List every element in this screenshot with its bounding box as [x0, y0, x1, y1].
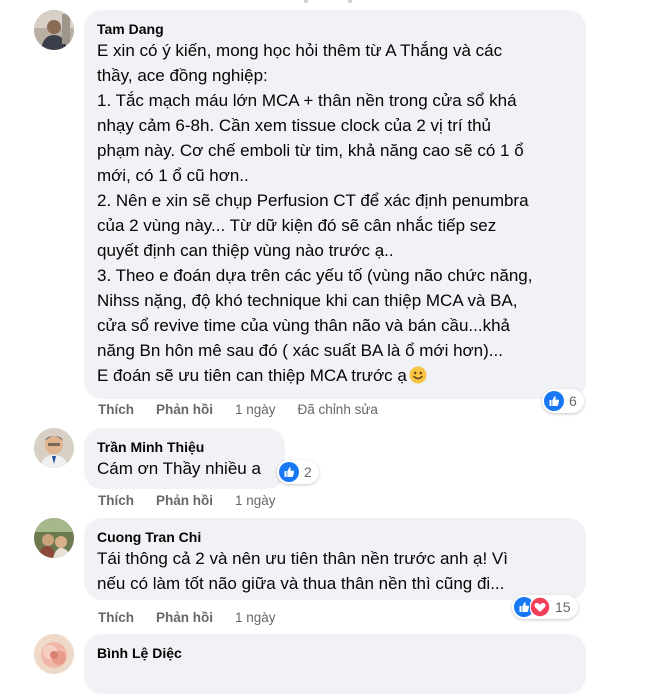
comment-line: Cám ơn Thầy nhiều a [97, 459, 261, 478]
comment-line: của 2 vùng này... Từ dữ kiện đó sẽ cân n… [97, 216, 497, 235]
comment-line: E đoán sẽ ưu tiên can thiệp MCA trước ạ [97, 363, 574, 388]
comment-line: năng Bn hôn mê sau đó ( xác suất BA là ổ… [97, 341, 503, 360]
comment-line: 3. Theo e đoán dựa trên các yếu tố (vùng… [97, 266, 533, 285]
reaction-summary[interactable]: 2 [277, 460, 319, 484]
comment-line: phạm này. Cơ chế emboli từ tim, khả năng… [97, 141, 524, 160]
comment-timestamp[interactable]: 1 ngày [235, 402, 276, 418]
reaction-summary[interactable]: 15 [512, 595, 578, 619]
comment-line: 1. Tắc mạch máu lớn MCA + thân nền trong… [97, 91, 517, 110]
comment-author[interactable]: Tam Dang [97, 20, 574, 38]
comment-actions: Thích Phản hồi 1 ngày Đã chỉnh sửa [98, 402, 400, 418]
comment-author[interactable]: Bình Lệ Diệc [97, 644, 574, 662]
previous-thread-divider [0, 0, 652, 6]
like-button[interactable]: Thích [98, 610, 134, 626]
comment-author[interactable]: Trần Minh Thiệu [97, 438, 273, 456]
like-reaction-icon [544, 391, 564, 411]
avatar-cuong-tran-chi[interactable] [34, 518, 74, 558]
comment-line: E xin có ý kiến, mong học hỏi thêm từ A … [97, 41, 503, 60]
reaction-summary[interactable]: 6 [542, 389, 584, 413]
comment-line: Nihss nặng, độ khó technique khi can thi… [97, 291, 518, 310]
comment-actions: Thích Phản hồi 1 ngày [98, 493, 298, 509]
reaction-count: 2 [304, 464, 312, 480]
edited-label: Đã chỉnh sửa [297, 402, 378, 417]
smile-emoji-icon [409, 366, 427, 384]
avatar-tran-minh-thieu[interactable] [34, 428, 74, 468]
comment-line: quyết định can thiệp vùng nào trước ạ.. [97, 241, 394, 260]
reply-button[interactable]: Phản hồi [156, 610, 213, 626]
comment-line: thầy, ace đồng nghiệp: [97, 66, 268, 85]
comment-author[interactable]: Cuong Tran Chi [97, 528, 574, 546]
comment-line: mới, có 1 ổ cũ hơn.. [97, 166, 249, 185]
reaction-count: 6 [569, 393, 577, 409]
comment-bubble: Trần Minh Thiệu Cám ơn Thầy nhiều a [84, 428, 285, 489]
comment-line: 2. Nên e xin sẽ chụp Perfusion CT để xác… [97, 191, 529, 210]
reaction-count: 15 [555, 599, 571, 615]
comment-timestamp[interactable]: 1 ngày [235, 610, 276, 626]
avatar-tam-dang[interactable] [34, 10, 74, 50]
comment-line: nhạy cảm 6-8h. Cần xem tissue clock của … [97, 116, 492, 135]
comment-timestamp[interactable]: 1 ngày [235, 493, 276, 509]
like-button[interactable]: Thích [98, 493, 134, 509]
reply-button[interactable]: Phản hồi [156, 402, 213, 418]
like-reaction-icon [279, 462, 299, 482]
comment-actions: Thích Phản hồi 1 ngày [98, 610, 298, 626]
comment-bubble: Cuong Tran Chi Tái thông cả 2 và nên ưu … [84, 518, 586, 600]
comment-line: nếu có làm tốt não giữa và thua thân nền… [97, 574, 505, 593]
love-reaction-icon [530, 597, 550, 617]
like-button[interactable]: Thích [98, 402, 134, 418]
comment-line: cửa sổ revive time của vùng thân não và … [97, 316, 511, 335]
comment-bubble: Bình Lệ Diệc [84, 634, 586, 694]
comment-bubble: Tam Dang E xin có ý kiến, mong học hỏi t… [84, 10, 586, 399]
reply-button[interactable]: Phản hồi [156, 493, 213, 509]
comment-line: Tái thông cả 2 và nên ưu tiên thân nền t… [97, 549, 508, 568]
avatar-binh-le-diec[interactable] [34, 634, 74, 674]
